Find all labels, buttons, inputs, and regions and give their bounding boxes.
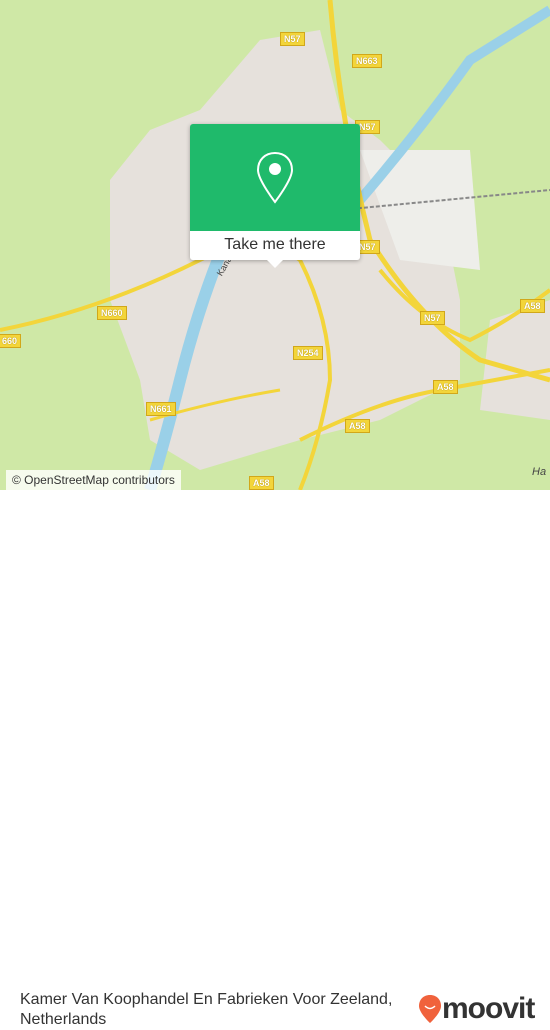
map-pin-icon bbox=[256, 151, 294, 204]
footer: Kamer Van Koophandel En Fabrieken Voor Z… bbox=[0, 490, 550, 1028]
place-name: Kamer Van Koophandel En Fabrieken Voor Z… bbox=[20, 991, 393, 1028]
place-label: Ha bbox=[532, 466, 547, 478]
road-shield: N57 bbox=[420, 311, 445, 325]
road-shield: 660 bbox=[0, 334, 22, 348]
logo-text: moovit bbox=[442, 992, 535, 1025]
map[interactable]: Ha Kanaal N57 N663 N57 N57 A58 N57 N660 660 N254… bbox=[0, 0, 550, 490]
popup-tip bbox=[267, 260, 283, 268]
road-shield: N661 bbox=[146, 402, 176, 416]
moovit-logo: moovit bbox=[418, 992, 535, 1026]
road-shield: N660 bbox=[97, 306, 127, 320]
road-shield: A58 bbox=[249, 476, 274, 490]
road-shield: A58 bbox=[345, 419, 370, 433]
moovit-pin-icon bbox=[419, 995, 441, 1023]
take-me-there-button[interactable]: Take me there bbox=[190, 231, 360, 260]
road-shield: N663 bbox=[352, 54, 382, 68]
popup: Take me there bbox=[190, 124, 360, 268]
road-shield: A58 bbox=[433, 380, 458, 394]
road-shield: A58 bbox=[520, 299, 545, 313]
road-shield: N254 bbox=[293, 346, 323, 360]
road-shield: N57 bbox=[280, 32, 305, 46]
attribution[interactable]: © OpenStreetMap contributors bbox=[6, 470, 181, 490]
